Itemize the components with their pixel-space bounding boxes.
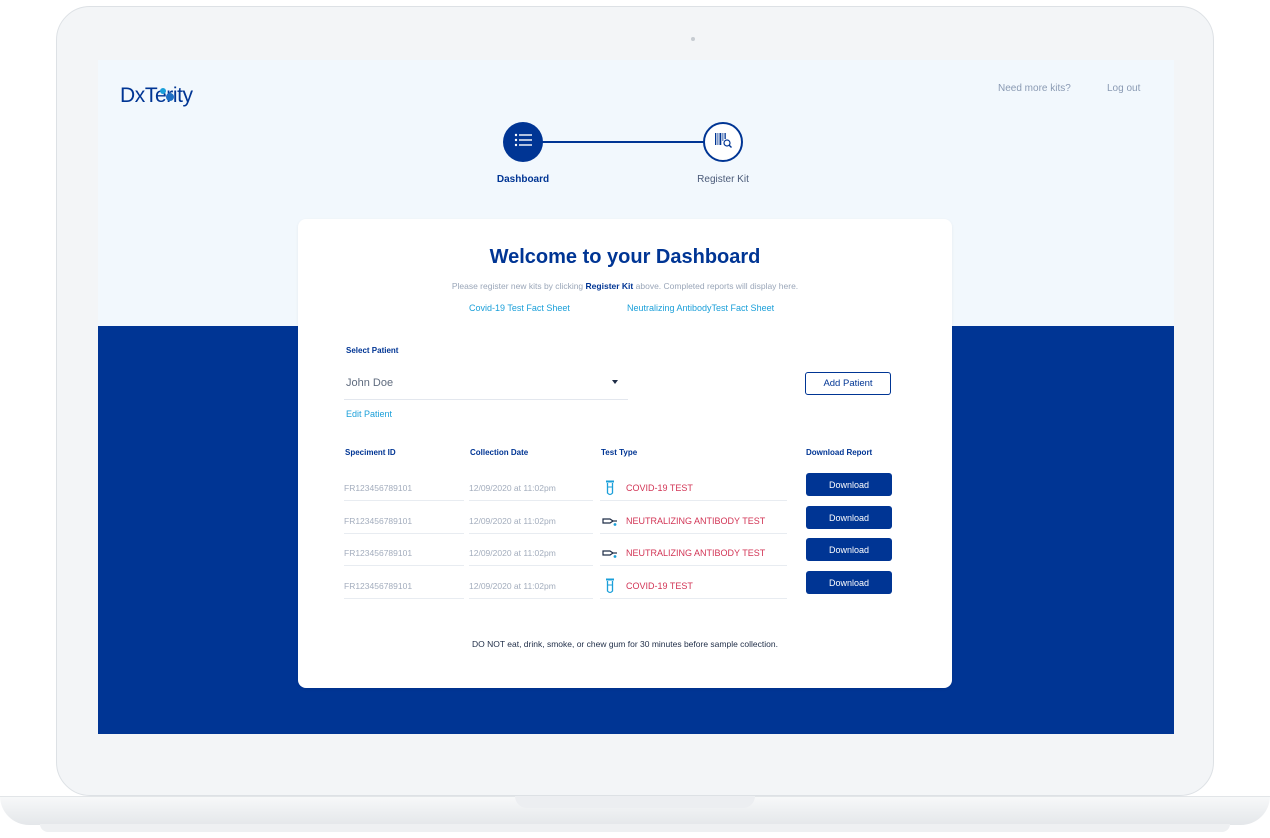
table-row: FR123456789101 12/09/2020 at 11:02pm COV… (298, 571, 952, 606)
test-type: NEUTRALIZING ANTIBODY TEST (600, 508, 787, 534)
test-type: COVID-19 TEST (600, 475, 787, 501)
list-icon (514, 133, 532, 152)
table-row: FR123456789101 12/09/2020 at 11:02pm COV… (298, 473, 952, 508)
add-patient-button[interactable]: Add Patient (805, 372, 891, 395)
test-type: NEUTRALIZING ANTIBODY TEST (600, 540, 787, 566)
specimen-id: FR123456789101 (344, 540, 464, 566)
test-type-label: COVID-19 TEST (626, 482, 693, 493)
instructions-text: Please register new kits by clicking Reg… (298, 281, 952, 291)
instructions-after: above. Completed reports will display he… (635, 281, 799, 291)
need-more-kits-link[interactable]: Need more kits? (998, 83, 1071, 94)
table-row: FR123456789101 12/09/2020 at 11:02pm NEU… (298, 506, 952, 541)
laptop-notch (515, 796, 755, 808)
stepper-connector (541, 141, 721, 143)
logout-link[interactable]: Log out (1107, 83, 1140, 94)
collection-date: 12/09/2020 at 11:02pm (469, 573, 593, 599)
header-specimen-id: Speciment ID (345, 448, 396, 457)
specimen-id: FR123456789101 (344, 475, 464, 501)
logo-dot-icon (160, 88, 166, 94)
edit-patient-link[interactable]: Edit Patient (346, 409, 392, 419)
specimen-id: FR123456789101 (344, 508, 464, 534)
test-tube-icon (602, 480, 618, 496)
download-button[interactable]: Download (806, 506, 892, 529)
header-test-type: Test Type (601, 448, 638, 457)
laptop-base-shadow (40, 824, 1230, 832)
test-type-label: COVID-19 TEST (626, 580, 693, 591)
collection-date: 12/09/2020 at 11:02pm (469, 540, 593, 566)
collection-date: 12/09/2020 at 11:02pm (469, 475, 593, 501)
collection-date: 12/09/2020 at 11:02pm (469, 508, 593, 534)
selected-patient-value: John Doe (346, 377, 394, 389)
logo-text: DxTerity (120, 84, 193, 107)
patient-select[interactable]: John Doe (344, 368, 628, 400)
step-register-kit-button[interactable] (703, 122, 743, 162)
app-screen: DxTerity Need more kits? Log out Dashboa… (98, 60, 1174, 734)
download-button[interactable]: Download (806, 538, 892, 561)
download-button[interactable]: Download (806, 473, 892, 496)
chevron-down-icon (612, 380, 618, 384)
page-title: Welcome to your Dashboard (489, 246, 761, 268)
collection-notice: DO NOT eat, drink, smoke, or chew gum fo… (472, 639, 778, 649)
select-patient-label: Select Patient (346, 346, 399, 355)
lancet-icon (602, 515, 618, 527)
download-button[interactable]: Download (806, 571, 892, 594)
dashboard-card: Welcome to your Dashboard Please registe… (298, 219, 952, 688)
specimen-id: FR123456789101 (344, 573, 464, 599)
test-type-label: NEUTRALIZING ANTIBODY TEST (626, 515, 766, 526)
instructions-before: Please register new kits by clicking (451, 281, 584, 291)
header-download-report: Download Report (806, 448, 873, 457)
lancet-icon (602, 547, 618, 559)
step-dashboard-button[interactable] (503, 122, 543, 162)
covid-fact-sheet-link[interactable]: Covid-19 Test Fact Sheet (469, 303, 570, 313)
test-tube-icon (602, 578, 618, 594)
antibody-fact-sheet-link[interactable]: Neutralizing AntibodyTest Fact Sheet (627, 303, 774, 313)
camera-dot (691, 37, 695, 41)
header-collection-date: Collection Date (470, 448, 529, 457)
test-type: COVID-19 TEST (600, 573, 787, 599)
step-register-kit-label: Register Kit (697, 174, 749, 185)
logo-dot-icon (166, 93, 174, 101)
step-dashboard-label: Dashboard (496, 174, 550, 185)
barcode-search-icon (713, 130, 733, 155)
table-row: FR123456789101 12/09/2020 at 11:02pm NEU… (298, 538, 952, 573)
dxterity-logo[interactable]: DxTerity (120, 80, 210, 110)
instructions-register-kit: Register Kit (585, 281, 634, 291)
test-type-label: NEUTRALIZING ANTIBODY TEST (626, 547, 766, 558)
